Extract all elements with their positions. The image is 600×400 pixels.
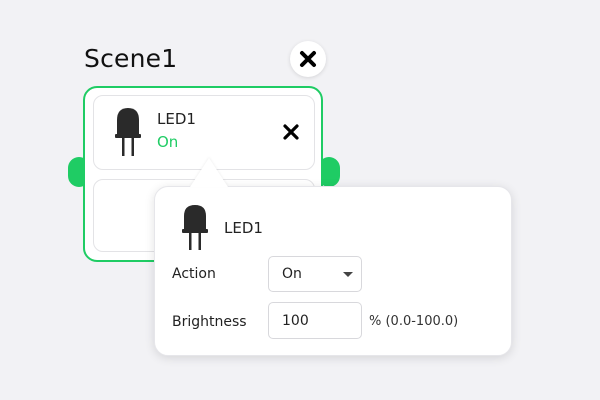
remove-device-button[interactable] <box>280 121 302 143</box>
close-icon <box>283 124 299 140</box>
close-scene-button[interactable] <box>290 41 326 77</box>
brightness-input[interactable] <box>268 302 362 339</box>
popover-arrow <box>190 158 228 187</box>
brightness-range-hint: % (0.0-100.0) <box>369 314 459 329</box>
device-name: LED1 <box>157 110 196 128</box>
popover-device-name: LED1 <box>224 219 263 237</box>
device-state: On <box>157 133 179 151</box>
chevron-down-icon <box>343 272 353 277</box>
brightness-label: Brightness <box>172 314 247 330</box>
led-icon <box>182 205 208 250</box>
action-label: Action <box>172 266 216 282</box>
close-icon <box>300 51 316 67</box>
scene-title: Scene1 <box>84 44 178 73</box>
led-icon <box>115 108 141 156</box>
action-select[interactable]: On <box>268 256 362 292</box>
action-select-value: On <box>282 266 302 282</box>
